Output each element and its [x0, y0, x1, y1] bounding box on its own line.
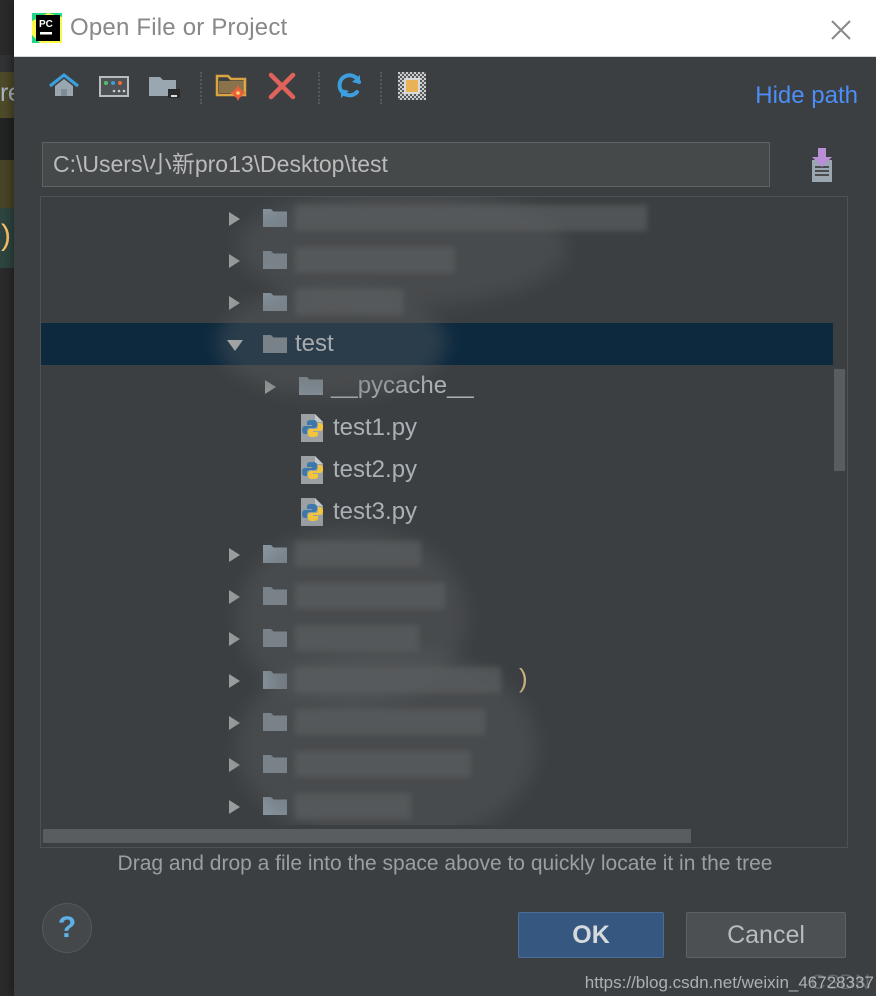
dialog-title: Open File or Project: [70, 14, 288, 41]
censored-label: [295, 205, 647, 231]
folder-icon: [263, 627, 287, 647]
censored-label: [295, 247, 455, 273]
horizontal-scrollbar-thumb[interactable]: [43, 829, 691, 843]
tree-row-label: test3.py: [333, 498, 418, 525]
folder-icon: [263, 795, 287, 815]
tree-row[interactable]: __pycache__: [41, 365, 847, 407]
folder-icon: [263, 543, 287, 563]
tree-row-label: test: [295, 330, 334, 357]
tree-row[interactable]: [41, 197, 847, 239]
ok-button[interactable]: OK: [518, 912, 664, 958]
dialog-titlebar: PC Open File or Project: [14, 0, 876, 57]
folder-up-icon[interactable]: [146, 68, 186, 108]
delete-icon[interactable]: [264, 68, 304, 108]
tree-row[interactable]: [41, 785, 847, 825]
pycharm-logo-icon: PC: [32, 13, 62, 43]
tree-row[interactable]: [41, 281, 847, 323]
tree-row[interactable]: test2.py: [41, 449, 847, 491]
tree-row-glyph: ): [519, 663, 528, 693]
chevron-right-icon[interactable]: [229, 674, 240, 688]
svg-text:PC: PC: [39, 19, 53, 30]
chevron-right-icon[interactable]: [229, 716, 240, 730]
help-button[interactable]: ?: [42, 903, 92, 953]
background-strip-1: [0, 118, 14, 160]
help-label: ?: [57, 911, 77, 944]
dialog-toolbar: Hide path: [14, 56, 876, 120]
show-hidden-icon[interactable]: [394, 68, 434, 108]
home-icon[interactable]: [46, 68, 86, 108]
close-icon[interactable]: [820, 10, 862, 46]
censored-label: [295, 289, 403, 315]
new-folder-icon[interactable]: [214, 68, 254, 108]
hide-path-link[interactable]: Hide path: [755, 82, 858, 110]
toolbar-separator-2: [318, 72, 321, 104]
paste-path-icon[interactable]: [804, 146, 840, 184]
chevron-right-icon[interactable]: [229, 758, 240, 772]
file-tree-rows: test __pycache__ test1.py test2.py test3.py): [41, 197, 847, 825]
screen: re ) PC Open File or Project Hide path C…: [0, 0, 876, 996]
chevron-down-icon[interactable]: [227, 340, 243, 351]
cancel-button[interactable]: Cancel: [686, 912, 846, 958]
tree-row[interactable]: [41, 617, 847, 659]
folder-icon: [263, 585, 287, 605]
folder-icon: [263, 249, 287, 269]
tree-row-label: test1.py: [333, 414, 418, 441]
tree-row[interactable]: test1.py: [41, 407, 847, 449]
folder-icon: [263, 333, 287, 353]
censored-label: [295, 751, 471, 777]
censored-label: [295, 793, 411, 819]
python-file-icon: [299, 456, 325, 484]
chevron-right-icon[interactable]: [229, 800, 240, 814]
path-row: C:\Users\小新pro13\Desktop\test: [14, 126, 876, 187]
folder-icon: [299, 375, 323, 395]
tree-row[interactable]: [41, 575, 847, 617]
open-file-or-project-dialog: PC Open File or Project Hide path C:\Use…: [14, 0, 876, 996]
chevron-right-icon[interactable]: [265, 380, 276, 394]
tree-row[interactable]: test: [41, 323, 847, 365]
tree-row[interactable]: ): [41, 659, 847, 701]
tree-row-label: test2.py: [333, 456, 418, 483]
folder-icon: [263, 753, 287, 773]
tree-row-label: __pycache__: [331, 372, 474, 399]
tree-row[interactable]: [41, 239, 847, 281]
folder-icon: [263, 291, 287, 311]
censored-label: [295, 541, 421, 567]
folder-icon: [263, 207, 287, 227]
folder-icon: [263, 711, 287, 731]
tree-row[interactable]: [41, 533, 847, 575]
vertical-scrollbar-thumb[interactable]: [834, 369, 845, 471]
toolbar-separator-3: [380, 72, 383, 104]
censored-label: [295, 583, 445, 609]
background-paren-fragment: ): [1, 219, 11, 252]
censored-label: [295, 709, 485, 735]
horizontal-scrollbar[interactable]: [41, 825, 847, 847]
chevron-right-icon[interactable]: [229, 632, 240, 646]
tree-row[interactable]: [41, 701, 847, 743]
path-input[interactable]: C:\Users\小新pro13\Desktop\test: [42, 142, 770, 187]
background-highlight-2: [0, 160, 14, 210]
tree-row[interactable]: test3.py: [41, 491, 847, 533]
drag-drop-hint: Drag and drop a file into the space abov…: [117, 852, 773, 875]
censored-label: [295, 625, 419, 651]
file-tree[interactable]: test __pycache__ test1.py test2.py test3.py): [40, 196, 848, 848]
python-file-icon: [299, 498, 325, 526]
tree-row[interactable]: [41, 743, 847, 785]
chevron-right-icon[interactable]: [229, 212, 240, 226]
folder-icon: [263, 669, 287, 689]
censored-label: [295, 667, 501, 693]
toolbar-separator-1: [200, 72, 203, 104]
chevron-right-icon[interactable]: [229, 590, 240, 604]
chevron-right-icon[interactable]: [229, 296, 240, 310]
chevron-right-icon[interactable]: [229, 548, 240, 562]
chevron-right-icon[interactable]: [229, 254, 240, 268]
refresh-icon[interactable]: [332, 68, 372, 108]
watermark: https://blog.csdn.net/weixin_46728337: [584, 973, 874, 992]
desktop-icon[interactable]: [96, 68, 136, 108]
background-strip-2: [0, 268, 14, 996]
vertical-scrollbar[interactable]: [833, 197, 847, 823]
python-file-icon: [299, 414, 325, 442]
